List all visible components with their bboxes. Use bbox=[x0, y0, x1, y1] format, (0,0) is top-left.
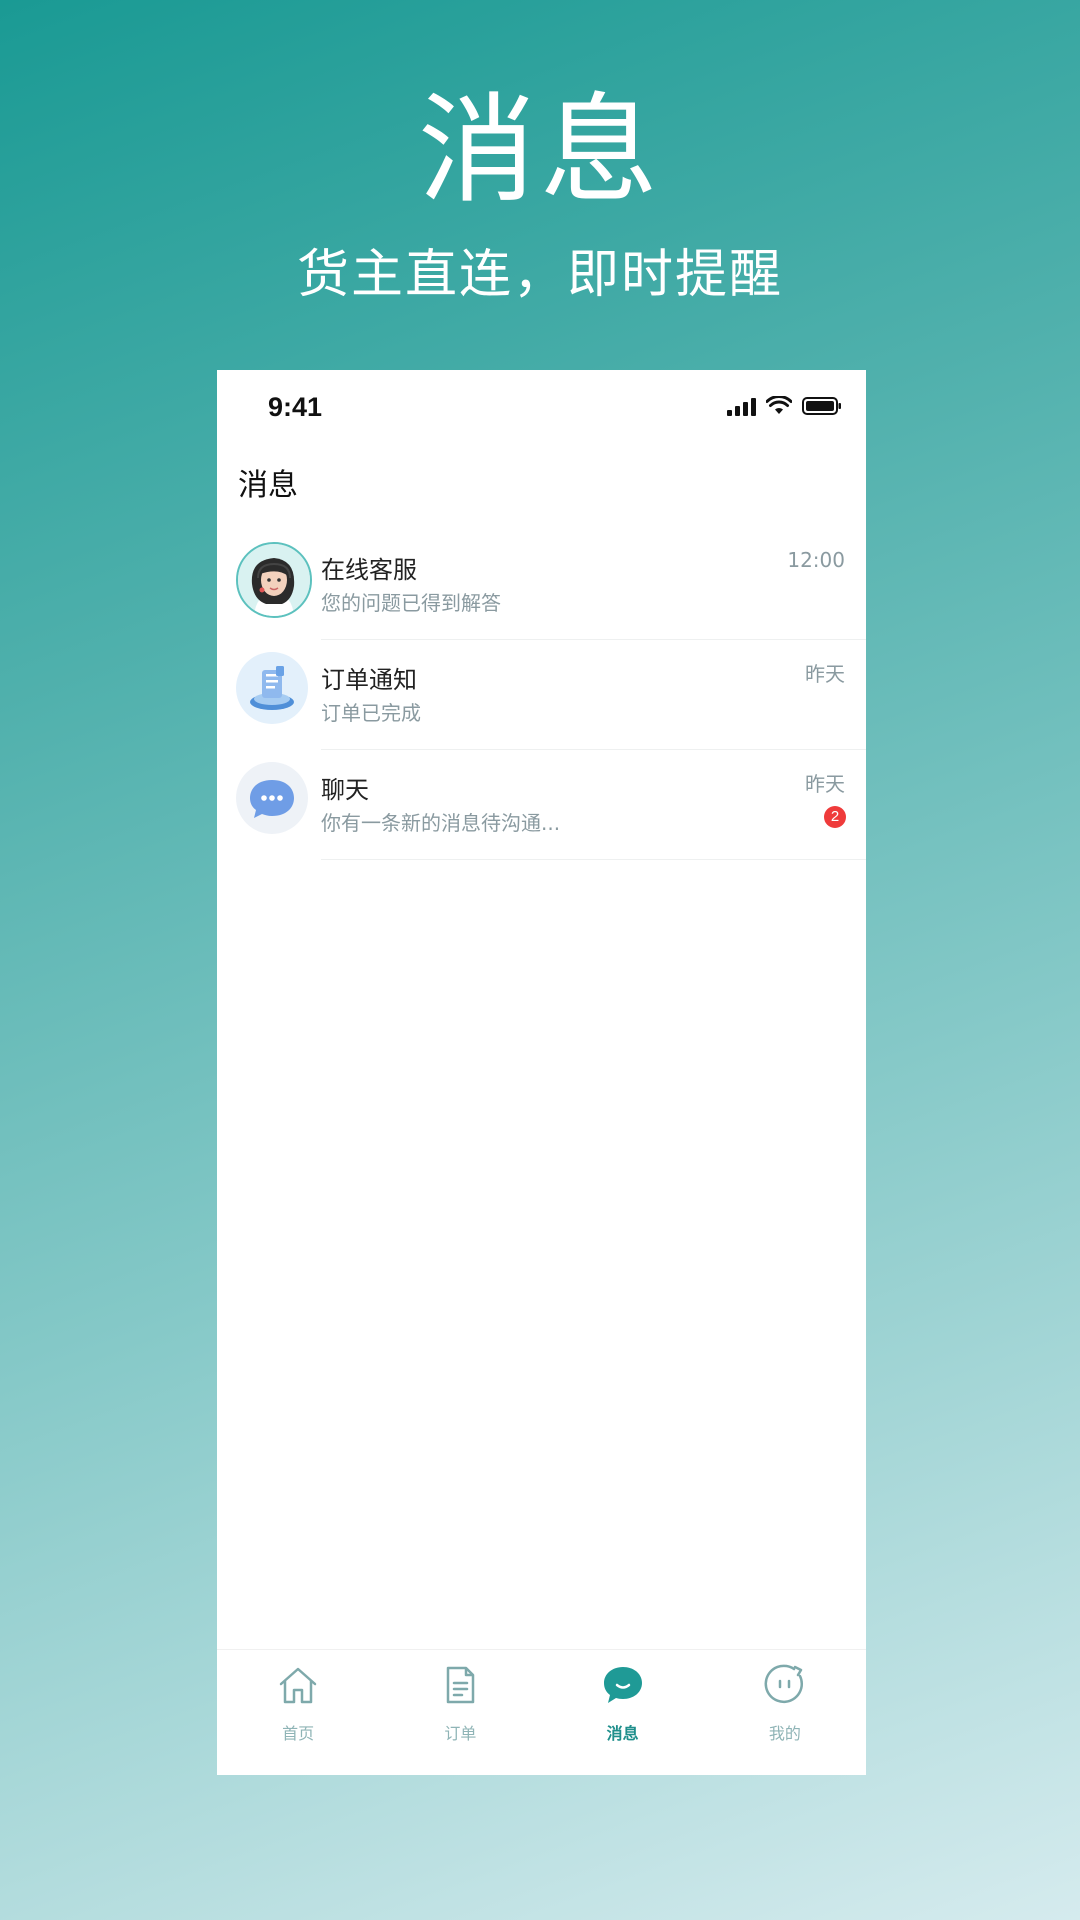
chat-bubble-icon bbox=[236, 762, 308, 834]
message-time: 昨天 bbox=[805, 662, 845, 686]
tab-orders[interactable]: 订单 bbox=[379, 1650, 541, 1775]
message-row-order-notification[interactable]: 订单通知 订单已完成 昨天 bbox=[217, 640, 866, 750]
tab-label: 我的 bbox=[768, 1724, 801, 1743]
message-title: 在线客服 bbox=[321, 556, 417, 584]
message-title: 订单通知 bbox=[321, 666, 417, 694]
status-time: 9:41 bbox=[268, 392, 323, 422]
order-notification-icon bbox=[236, 652, 308, 724]
unread-badge: 2 bbox=[824, 806, 846, 828]
message-preview: 您的问题已得到解答 bbox=[321, 591, 501, 615]
hero-subtitle: 货主直连，即时提醒 bbox=[296, 245, 783, 305]
tab-home[interactable]: 首页 bbox=[217, 1650, 379, 1775]
signal-icon bbox=[727, 396, 756, 416]
bottom-tabbar: 首页 订单 消息 我的 bbox=[217, 1649, 866, 1775]
home-icon bbox=[279, 1667, 317, 1704]
battery-icon bbox=[802, 397, 841, 415]
row-divider bbox=[321, 859, 866, 860]
message-icon bbox=[603, 1667, 642, 1703]
tab-label: 消息 bbox=[606, 1724, 639, 1743]
customer-service-avatar-icon bbox=[236, 542, 312, 618]
message-title: 聊天 bbox=[321, 776, 369, 804]
document-icon bbox=[447, 1666, 475, 1704]
message-time: 12:00 bbox=[787, 548, 845, 572]
page-title: 消息 bbox=[238, 468, 298, 503]
tab-label: 订单 bbox=[444, 1724, 477, 1743]
message-row-chat[interactable]: 聊天 你有一条新的消息待沟通... 昨天 2 bbox=[217, 750, 866, 860]
status-icons bbox=[727, 396, 842, 416]
message-time: 昨天 bbox=[805, 772, 845, 796]
wifi-icon bbox=[766, 396, 792, 414]
message-list: 在线客服 您的问题已得到解答 12:00 订单通知 订单已完成 昨天 聊天 你有… bbox=[217, 530, 866, 860]
phone-screen: 9:41 消息 在线客服 您的问题已得到解答 12:00 订单通知 订单已完成 … bbox=[217, 370, 866, 1775]
tab-messages[interactable]: 消息 bbox=[542, 1650, 704, 1775]
message-preview: 你有一条新的消息待沟通... bbox=[321, 811, 561, 835]
message-preview: 订单已完成 bbox=[321, 701, 421, 725]
tab-label: 首页 bbox=[282, 1724, 315, 1743]
message-row-customer-service[interactable]: 在线客服 您的问题已得到解答 12:00 bbox=[217, 530, 866, 640]
hero-title: 消息 bbox=[417, 81, 662, 219]
status-bar: 9:41 bbox=[217, 370, 866, 450]
tab-profile[interactable]: 我的 bbox=[704, 1650, 866, 1775]
profile-face-icon bbox=[764, 1664, 803, 1703]
